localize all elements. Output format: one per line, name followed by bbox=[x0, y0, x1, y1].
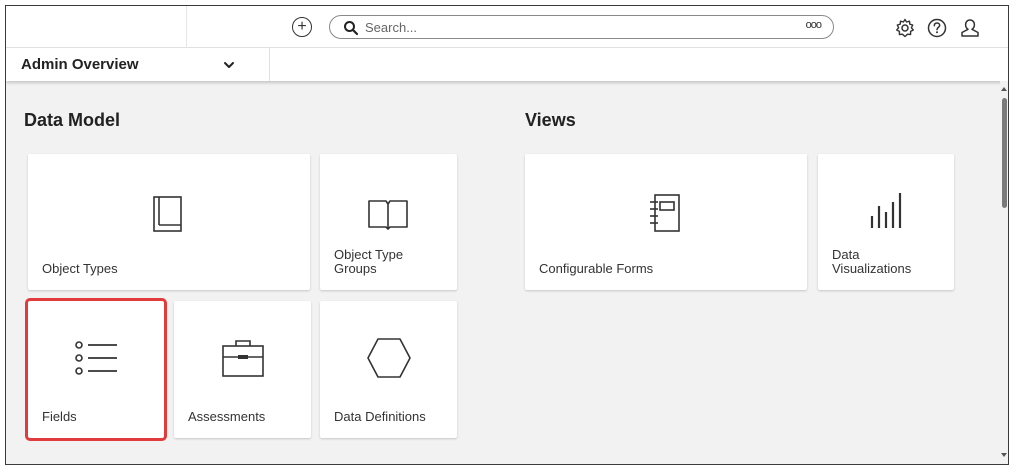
hexagon-icon bbox=[367, 338, 411, 378]
tile-configurable-forms[interactable]: Configurable Forms bbox=[525, 154, 807, 290]
search-options-icon[interactable]: ooo bbox=[806, 19, 822, 31]
tile-label: Assessments bbox=[188, 409, 266, 424]
search-bar[interactable]: Search... ooo bbox=[329, 15, 834, 39]
tile-label: Fields bbox=[42, 409, 77, 424]
bar-chart-icon bbox=[870, 193, 902, 228]
tile-data-definitions[interactable]: Data Definitions bbox=[320, 301, 457, 438]
view-selector[interactable]: Admin Overview bbox=[6, 48, 270, 81]
plus-circle-icon: + bbox=[297, 18, 307, 35]
tile-label: Configurable Forms bbox=[539, 261, 654, 276]
search-input[interactable]: Search... bbox=[365, 20, 417, 35]
tile-label: Object Type Groups bbox=[334, 248, 403, 276]
tile-assessments[interactable]: Assessments bbox=[174, 301, 311, 438]
search-icon bbox=[344, 21, 359, 36]
scrollbar-thumb[interactable] bbox=[1002, 98, 1007, 208]
divider bbox=[186, 6, 187, 48]
scroll-down-icon[interactable] bbox=[1001, 452, 1007, 458]
add-button[interactable]: + bbox=[292, 17, 312, 37]
tile-label: Data Definitions bbox=[334, 409, 426, 424]
open-book-icon bbox=[368, 200, 408, 230]
question-circle-icon[interactable] bbox=[926, 17, 948, 39]
view-selector-label: Admin Overview bbox=[21, 56, 139, 73]
tile-label: Data Visualizations bbox=[832, 248, 911, 276]
tile-label: Object Types bbox=[42, 261, 118, 276]
scroll-up-icon[interactable] bbox=[1001, 86, 1007, 92]
notebook-icon bbox=[650, 194, 680, 232]
list-icon bbox=[75, 341, 117, 375]
tile-data-visualizations[interactable]: Data Visualizations bbox=[818, 154, 954, 290]
tile-object-type-groups[interactable]: Object Type Groups bbox=[320, 154, 457, 290]
chevron-down-icon bbox=[224, 62, 234, 68]
data-model-heading: Data Model bbox=[24, 110, 121, 130]
views-heading: Views bbox=[525, 110, 576, 130]
tile-label-line: Visualizations bbox=[832, 261, 912, 276]
gear-icon[interactable] bbox=[894, 17, 916, 39]
tile-object-types[interactable]: Object Types bbox=[28, 154, 310, 290]
tile-label-line: Groups bbox=[334, 261, 377, 276]
book-icon bbox=[153, 196, 182, 232]
tile-fields[interactable]: Fields bbox=[25, 298, 167, 441]
user-icon[interactable] bbox=[959, 17, 981, 39]
tile-label-line: Object Type bbox=[334, 247, 404, 262]
tile-label-line: Data bbox=[832, 247, 860, 262]
top-bar: + Search... ooo bbox=[6, 6, 1008, 48]
view-bar: Admin Overview bbox=[6, 48, 1008, 81]
briefcase-icon bbox=[222, 340, 264, 377]
app-frame: + Search... ooo Admin Overview Data Mode… bbox=[5, 5, 1009, 465]
